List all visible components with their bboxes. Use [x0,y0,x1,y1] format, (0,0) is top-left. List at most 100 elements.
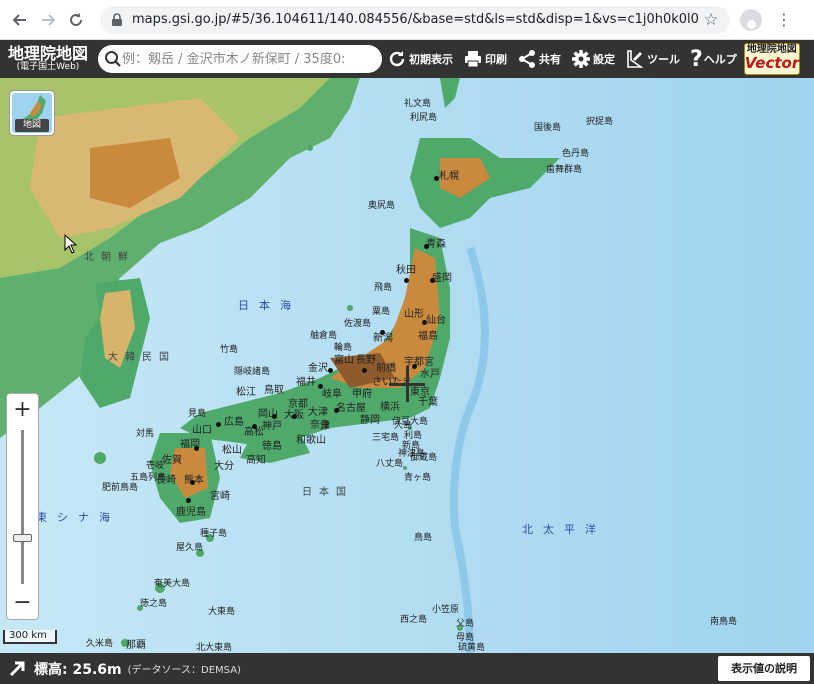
city-label-yokohama: 横浜 [380,402,400,413]
city-label-nagoya: 名古屋 [336,403,366,414]
city-label-nara: 奈良 [310,420,330,431]
reset-view-icon [389,51,405,67]
search-box [98,45,382,73]
print-label: 印刷 [485,53,507,66]
city-label-kagoshima: 鹿児島 [176,507,206,518]
address-bar[interactable]: maps.gsi.go.jp/#5/36.104611/140.084556/&… [100,5,730,34]
city-label-fukui: 福井 [296,377,316,388]
ruler-tool-icon [627,50,644,68]
city-label-tokushima: 徳島 [262,441,282,452]
city-label-kofu: 甲府 [352,389,372,400]
island-label-amami: 奄美大島 [154,579,191,589]
island-label-kume: 久米島 [86,639,114,649]
island-label-tsushima: 対馬 [136,429,155,439]
app-logo[interactable]: 地理院地図 (電子国土Web) [0,46,96,72]
value-explanation-button[interactable]: 表示値の説明 [718,656,810,681]
island-label-rishiri: 利尻島 [410,113,438,123]
search-icon[interactable] [104,50,122,68]
zoom-out-button[interactable]: − [7,589,38,617]
zoom-in-button[interactable]: + [7,396,38,424]
browser-menu-icon[interactable]: ⋮ [774,11,794,28]
lock-icon [112,12,122,26]
zoom-slider-handle[interactable] [13,534,32,542]
island-label-chichijima: 父島 [456,619,475,629]
settings-label: 設定 [593,53,615,66]
city-label-kobe: 神戸 [262,421,282,432]
share-label: 共有 [539,53,561,66]
island-label-toshima: 利島 [404,431,423,441]
city-label-kanazawa: 金沢 [308,363,328,374]
zoom-control: + − [6,393,39,620]
city-label-kochi: 高知 [246,455,266,466]
sea-label-east-china-sea: 東シナ海 [36,511,120,524]
city-marker [430,278,435,283]
island-label-kunashiri: 国後島 [534,123,562,133]
city-label-akita: 秋田 [396,265,416,276]
city-marker [380,330,385,335]
share-button[interactable]: 共有 [512,40,566,78]
city-label-fukushima: 福島 [418,331,438,342]
city-label-niigata: 新潟 [373,333,393,344]
city-marker [362,368,367,373]
search-input[interactable] [122,51,370,67]
print-button[interactable]: 印刷 [458,40,512,78]
island-label-ogasawara: 小笠原 [432,605,460,615]
logo-title: 地理院地図 [7,44,88,63]
city-label-naha: 那覇 [126,640,146,651]
city-marker [272,414,277,419]
city-marker [216,422,221,427]
vector-map-button[interactable]: 地理院地図 Vector [743,43,800,75]
island-label-aogashima: 青ヶ島 [404,473,432,483]
tools-button[interactable]: ツール [620,40,685,78]
island-label-tanegashima: 種子島 [200,529,228,539]
browser-chrome: maps.gsi.go.jp/#5/36.104611/140.084556/&… [0,0,814,40]
city-label-sapporo: 札幌 [439,171,459,182]
initial-view-label: 初期表示 [409,53,453,66]
back-arrow-icon[interactable] [6,6,34,34]
island-label-rebun: 礼文島 [404,99,432,109]
country-label-north-korea: 北朝鮮 [84,252,135,263]
tools-label: ツール [647,53,680,66]
city-label-oita: 大分 [214,461,234,472]
island-label-awashima: 粟島 [372,307,391,317]
island-label-shikotan: 色丹島 [562,149,590,159]
island-label-habomai: 歯舞群島 [546,165,583,175]
map-canvas[interactable]: 日本海 北太平洋 東シナ海 北朝鮮 大韓民国 日本国 札幌 青森 秋田 盛岡 山… [0,78,814,653]
city-marker [404,278,409,283]
help-button[interactable]: ? ヘルプ [685,40,742,78]
island-label-torishima: 鳥島 [414,533,433,543]
island-label-oki: 隠岐諸島 [234,367,271,377]
forward-arrow-icon[interactable] [34,6,62,34]
settings-button[interactable]: 設定 [566,40,620,78]
island-label-oshima: 大島 [394,421,413,431]
island-label-hegura: 舳倉島 [310,331,338,341]
zoom-slider-track[interactable] [21,430,24,584]
profile-avatar-icon[interactable] [740,8,762,31]
city-marker [292,414,297,419]
status-footer: 標高: 25.6m (データソース：DEMSA) 表示値の説明 [0,653,814,684]
city-label-yamaguchi: 山口 [192,425,212,436]
island-label-hizen-torishima: 肥前鳥島 [102,483,139,493]
expand-arrow-icon[interactable] [8,660,26,678]
mouse-cursor-icon [64,234,78,254]
island-label-mishima: 見島 [188,409,207,419]
vector-badge-label: Vector [744,54,800,72]
share-icon [519,50,535,68]
gear-icon [572,50,590,68]
island-label-hachijo: 八丈島 [376,459,404,469]
island-label-miyake: 三宅島 [372,433,400,443]
island-label-hahajima: 母島 [456,633,475,643]
map-layer-button[interactable]: 地図 [9,90,55,136]
question-mark-icon: ? [690,46,703,72]
island-label-yakushima: 屋久島 [176,543,204,553]
country-label-south-korea: 大韓民国 [108,352,176,363]
bookmark-star-icon[interactable]: ☆ [700,10,722,30]
island-label-iwojima: 硫黄島 [458,643,486,653]
city-label-matsue: 松江 [236,387,256,398]
island-label-tobishima: 飛島 [374,283,393,293]
initial-view-button[interactable]: 初期表示 [382,40,458,78]
city-marker [434,176,439,181]
island-label-nishinoshima: 西之島 [400,615,428,625]
island-label-wajima: 輪島 [334,343,353,353]
reload-icon[interactable] [62,6,90,34]
